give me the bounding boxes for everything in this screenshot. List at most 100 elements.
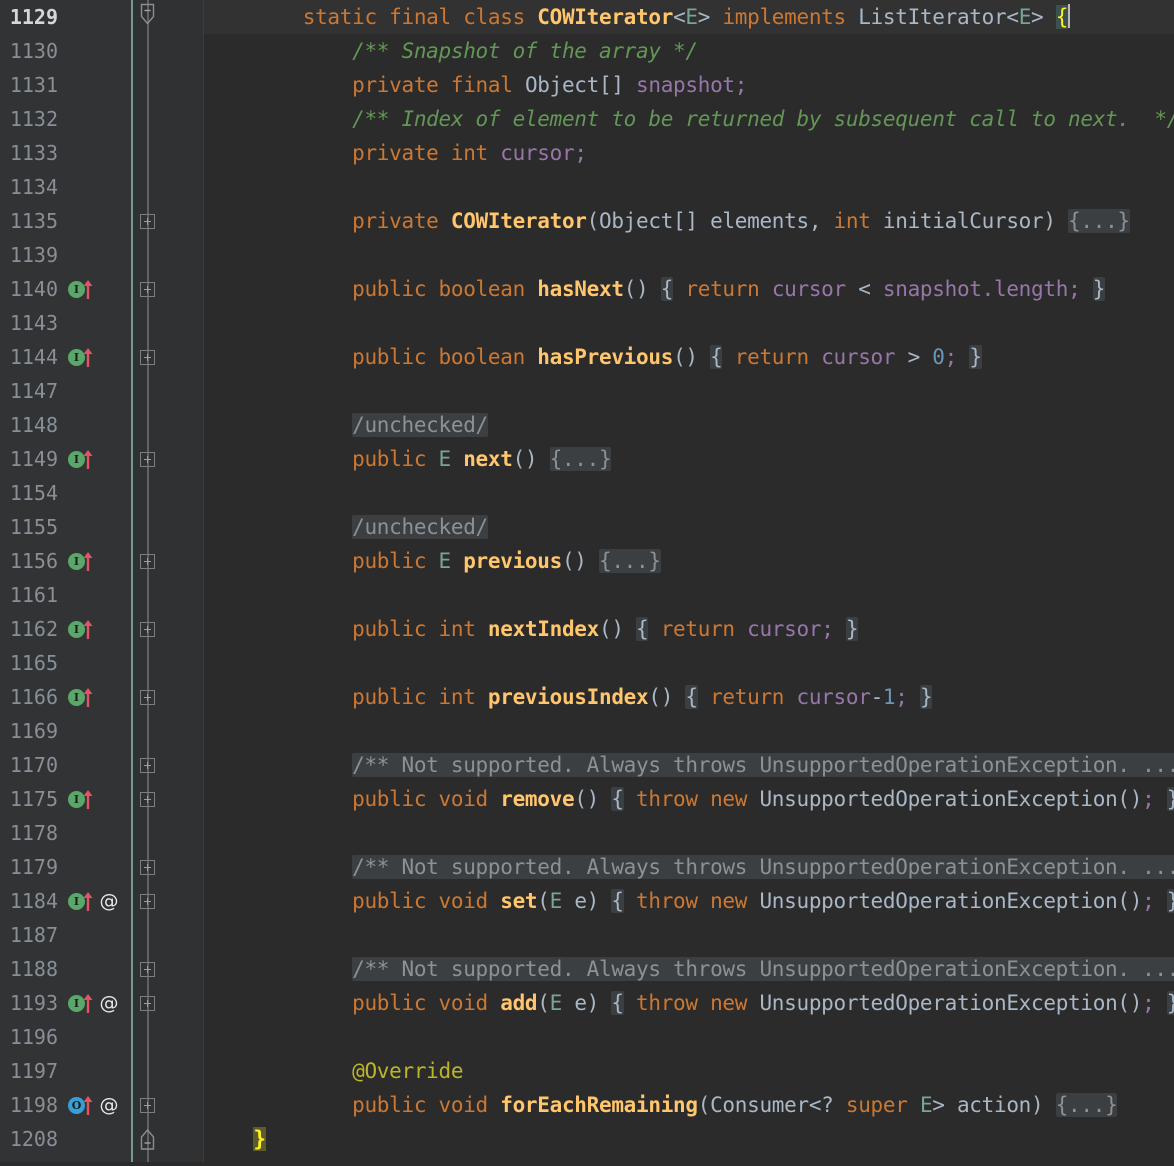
navigate-up-arrow-icon[interactable]: [82, 787, 94, 811]
code-line[interactable]: 1131 private final Object[] snapshot;: [0, 68, 1174, 102]
expand-fold-icon[interactable]: [140, 350, 155, 365]
line-number[interactable]: 1188: [0, 952, 58, 986]
navigate-up-arrow-icon[interactable]: [82, 549, 94, 573]
code-text[interactable]: /** Not supported. Always throws Unsuppo…: [204, 748, 1174, 782]
annotation-marker-icon[interactable]: @: [98, 1088, 120, 1122]
code-line[interactable]: 1188 /** Not supported. Always throws Un…: [0, 952, 1174, 986]
expand-fold-icon[interactable]: [140, 894, 155, 909]
line-number[interactable]: 1170: [0, 748, 58, 782]
code-text[interactable]: @Override: [204, 1054, 463, 1088]
code-text[interactable]: public void set(E e) { throw new Unsuppo…: [204, 884, 1174, 918]
code-text[interactable]: public void remove() { throw new Unsuppo…: [204, 782, 1174, 816]
line-number[interactable]: 1196: [0, 1020, 58, 1054]
expand-fold-icon[interactable]: [140, 452, 155, 467]
code-line[interactable]: 1169: [0, 714, 1174, 748]
line-number[interactable]: 1187: [0, 918, 58, 952]
code-text[interactable]: private COWIterator(Object[] elements, i…: [204, 204, 1130, 238]
code-editor[interactable]: 1129 static final class COWIterator<E> i…: [0, 0, 1174, 1162]
line-number[interactable]: 1130: [0, 34, 58, 68]
expand-fold-icon[interactable]: [140, 554, 155, 569]
expand-fold-icon[interactable]: [140, 622, 155, 637]
line-number[interactable]: 1129: [0, 0, 58, 34]
collapse-region-end-icon[interactable]: [139, 1128, 156, 1154]
code-line[interactable]: 1197 @Override: [0, 1054, 1174, 1088]
code-text[interactable]: /** Snapshot of the array */: [204, 34, 698, 68]
expand-fold-icon[interactable]: [140, 792, 155, 807]
code-text[interactable]: /** Not supported. Always throws Unsuppo…: [204, 850, 1174, 884]
code-text[interactable]: private int cursor;: [204, 136, 587, 170]
annotation-marker-icon[interactable]: @: [98, 884, 120, 918]
line-number[interactable]: 1148: [0, 408, 58, 442]
expand-fold-icon[interactable]: [140, 1098, 155, 1113]
code-text[interactable]: /unchecked/: [204, 510, 488, 544]
code-line[interactable]: 1166I public int previousIndex() { retur…: [0, 680, 1174, 714]
code-text[interactable]: public boolean hasNext() { return cursor…: [204, 272, 1105, 306]
code-text[interactable]: /unchecked/: [204, 408, 488, 442]
code-line[interactable]: 1132 /** Index of element to be returned…: [0, 102, 1174, 136]
line-number[interactable]: 1139: [0, 238, 58, 272]
code-line[interactable]: 1162I public int nextIndex() { return cu…: [0, 612, 1174, 646]
navigate-up-arrow-icon[interactable]: [82, 345, 94, 369]
code-line[interactable]: 1143: [0, 306, 1174, 340]
line-number[interactable]: 1178: [0, 816, 58, 850]
code-line[interactable]: 1187: [0, 918, 1174, 952]
code-text[interactable]: public int nextIndex() { return cursor; …: [204, 612, 858, 646]
line-number[interactable]: 1166: [0, 680, 58, 714]
navigate-up-arrow-icon[interactable]: [82, 447, 94, 471]
expand-fold-icon[interactable]: [140, 214, 155, 229]
code-text[interactable]: public void add(E e) { throw new Unsuppo…: [204, 986, 1174, 1020]
line-number[interactable]: 1135: [0, 204, 58, 238]
code-line[interactable]: 1148 /unchecked/: [0, 408, 1174, 442]
line-number[interactable]: 1133: [0, 136, 58, 170]
code-line[interactable]: 1154: [0, 476, 1174, 510]
line-number[interactable]: 1208: [0, 1122, 58, 1156]
code-line[interactable]: 1208 }: [0, 1122, 1174, 1156]
code-line[interactable]: 1178: [0, 816, 1174, 850]
code-text[interactable]: }: [204, 1122, 266, 1156]
annotation-marker-icon[interactable]: @: [98, 986, 120, 1020]
navigate-up-arrow-icon[interactable]: [82, 991, 94, 1015]
line-number[interactable]: 1198: [0, 1088, 58, 1122]
code-line[interactable]: 1193I@ public void add(E e) { throw new …: [0, 986, 1174, 1020]
code-line[interactable]: 1196: [0, 1020, 1174, 1054]
code-line[interactable]: 1133 private int cursor;: [0, 136, 1174, 170]
line-number[interactable]: 1179: [0, 850, 58, 884]
expand-fold-icon[interactable]: [140, 996, 155, 1011]
code-line[interactable]: 1198O@ public void forEachRemaining(Cons…: [0, 1088, 1174, 1122]
code-line[interactable]: 1144I public boolean hasPrevious() { ret…: [0, 340, 1174, 374]
line-number[interactable]: 1134: [0, 170, 58, 204]
code-line[interactable]: 1147: [0, 374, 1174, 408]
line-number[interactable]: 1154: [0, 476, 58, 510]
line-number[interactable]: 1147: [0, 374, 58, 408]
line-number[interactable]: 1193: [0, 986, 58, 1020]
code-line[interactable]: 1155 /unchecked/: [0, 510, 1174, 544]
line-number[interactable]: 1144: [0, 340, 58, 374]
code-text[interactable]: public void forEachRemaining(Consumer<? …: [204, 1088, 1117, 1122]
code-text[interactable]: /** Index of element to be returned by s…: [204, 102, 1174, 136]
code-text[interactable]: public int previousIndex() { return curs…: [204, 680, 932, 714]
code-line[interactable]: 1179 /** Not supported. Always throws Un…: [0, 850, 1174, 884]
line-number[interactable]: 1155: [0, 510, 58, 544]
line-number[interactable]: 1184: [0, 884, 58, 918]
expand-fold-icon[interactable]: [140, 282, 155, 297]
expand-fold-icon[interactable]: [140, 962, 155, 977]
code-text[interactable]: static final class COWIterator<E> implem…: [204, 0, 1070, 34]
code-line[interactable]: 1129 static final class COWIterator<E> i…: [0, 0, 1174, 34]
navigate-up-arrow-icon[interactable]: [82, 889, 94, 913]
navigate-up-arrow-icon[interactable]: [82, 277, 94, 301]
code-text[interactable]: public E next() {...}: [204, 442, 611, 476]
code-line[interactable]: 1184I@ public void set(E e) { throw new …: [0, 884, 1174, 918]
code-text[interactable]: public boolean hasPrevious() { return cu…: [204, 340, 982, 374]
line-number[interactable]: 1165: [0, 646, 58, 680]
code-text[interactable]: private final Object[] snapshot;: [204, 68, 747, 102]
line-number[interactable]: 1140: [0, 272, 58, 306]
code-line[interactable]: 1140I public boolean hasNext() { return …: [0, 272, 1174, 306]
line-number[interactable]: 1149: [0, 442, 58, 476]
navigate-up-arrow-icon[interactable]: [82, 1093, 94, 1117]
code-line[interactable]: 1161: [0, 578, 1174, 612]
code-line[interactable]: 1130 /** Snapshot of the array */: [0, 34, 1174, 68]
code-line[interactable]: 1175I public void remove() { throw new U…: [0, 782, 1174, 816]
line-number[interactable]: 1169: [0, 714, 58, 748]
code-line[interactable]: 1156I public E previous() {...}: [0, 544, 1174, 578]
code-line[interactable]: 1149I public E next() {...}: [0, 442, 1174, 476]
